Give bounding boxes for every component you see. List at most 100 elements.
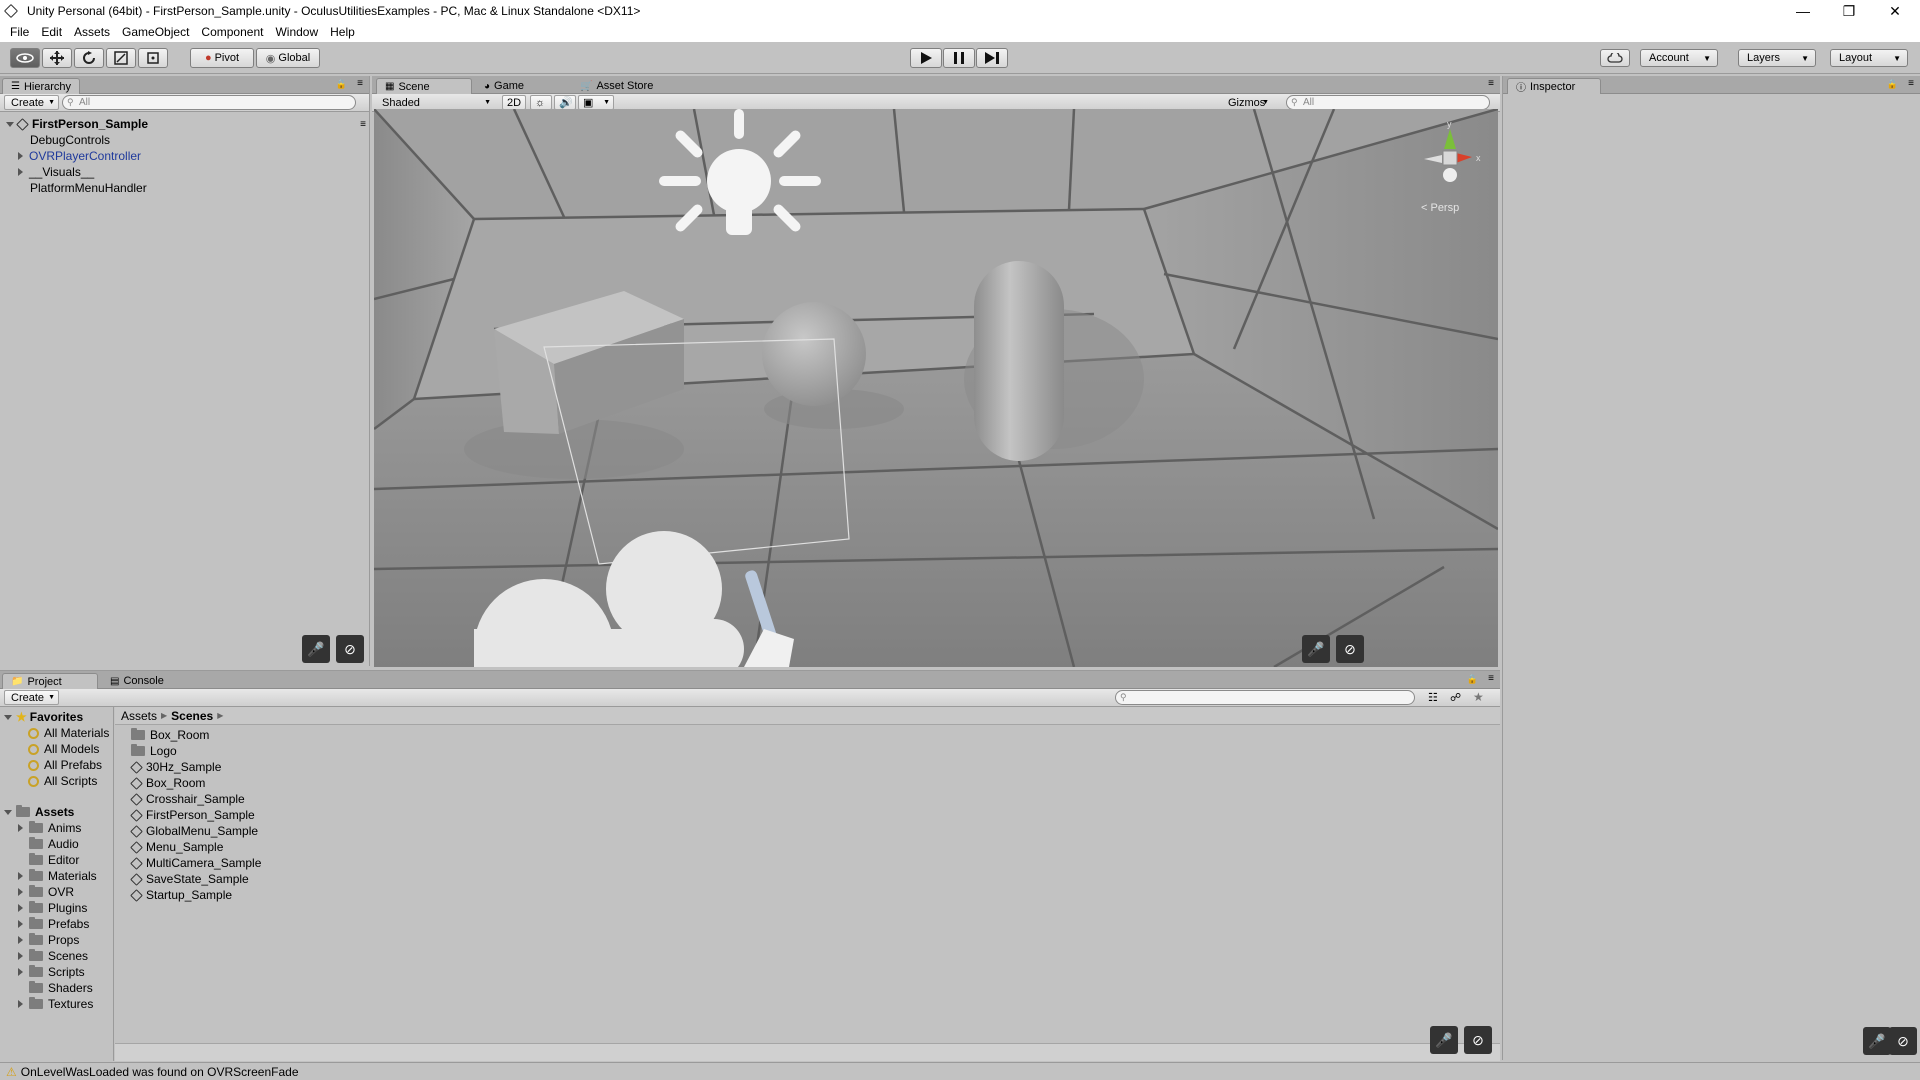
tab-inspector[interactable]: ⓘ Inspector <box>1507 78 1601 94</box>
favorite-star-icon[interactable]: ★ <box>1473 690 1484 704</box>
no-record-button[interactable]: ⊘ <box>1336 635 1364 663</box>
favorite-item[interactable]: All Materials <box>28 725 109 741</box>
file-item[interactable]: 30Hz_Sample <box>130 759 221 775</box>
audio-toggle[interactable]: 🔊 <box>554 95 576 110</box>
gizmos-dropdown[interactable]: Gizmos ▼ <box>1222 95 1272 110</box>
favorites-header[interactable]: ★ Favorites <box>4 709 83 725</box>
menu-gameobject[interactable]: GameObject <box>116 25 195 39</box>
expand-arrow-icon[interactable] <box>4 809 12 815</box>
asset-folder[interactable]: Plugins <box>18 900 87 916</box>
tab-project[interactable]: 📁 Project <box>2 673 98 689</box>
expand-arrow-icon[interactable] <box>18 888 23 896</box>
tab-console[interactable]: ▤ Console <box>102 673 172 689</box>
create-dropdown[interactable]: Create ▼ <box>4 95 60 110</box>
lock-icon[interactable]: 🔒 <box>1887 79 1898 90</box>
favorite-item[interactable]: All Scripts <box>28 773 97 789</box>
expand-arrow-icon[interactable] <box>6 121 14 127</box>
hierarchy-item[interactable]: PlatformMenuHandler <box>30 180 147 196</box>
expand-arrow-icon[interactable] <box>4 714 12 720</box>
tab-asset-store[interactable]: 🛒 Asset Store <box>572 78 661 94</box>
filter-type-icon[interactable]: ☷ <box>1428 691 1438 704</box>
filter-label-icon[interactable]: ☍ <box>1450 691 1461 704</box>
create-dropdown[interactable]: Create ▼ <box>4 690 60 705</box>
expand-arrow-icon[interactable] <box>18 904 23 912</box>
file-item[interactable]: SaveState_Sample <box>130 871 249 887</box>
asset-folder[interactable]: Prefabs <box>18 916 89 932</box>
orientation-gizmo[interactable]: y x <box>1410 119 1490 199</box>
expand-arrow-icon[interactable] <box>18 824 23 832</box>
effects-dropdown[interactable]: ▣ ▼ <box>578 95 614 110</box>
asset-folder[interactable]: OVR <box>18 884 74 900</box>
expand-arrow-icon[interactable] <box>18 168 23 176</box>
hierarchy-item[interactable]: __Visuals__ <box>18 164 94 180</box>
tab-game[interactable]: ◕ Game <box>476 78 532 94</box>
rotate-tool-button[interactable] <box>74 48 104 68</box>
voice-button[interactable]: 🎤 <box>1863 1027 1891 1055</box>
expand-arrow-icon[interactable] <box>18 920 23 928</box>
file-item[interactable]: FirstPerson_Sample <box>130 807 255 823</box>
menu-window[interactable]: Window <box>269 25 324 39</box>
file-item[interactable]: MultiCamera_Sample <box>130 855 261 871</box>
hand-tool-button[interactable] <box>10 48 40 68</box>
hierarchy-item[interactable]: DebugControls <box>30 132 110 148</box>
breadcrumb-item[interactable]: Assets <box>121 709 157 723</box>
menu-edit[interactable]: Edit <box>35 25 68 39</box>
pivot-toggle[interactable]: ● Pivot <box>190 48 254 68</box>
file-item[interactable]: Menu_Sample <box>130 839 223 855</box>
file-item[interactable]: Crosshair_Sample <box>130 791 245 807</box>
hierarchy-scene-row[interactable]: FirstPerson_Sample ≡ <box>6 116 366 132</box>
lighting-toggle[interactable]: ☼ <box>530 95 552 110</box>
favorite-item[interactable]: All Models <box>28 741 99 757</box>
scene-search-input[interactable]: ⚲ All <box>1286 95 1490 110</box>
favorite-item[interactable]: All Prefabs <box>28 757 102 773</box>
asset-folder[interactable]: Editor <box>29 852 79 868</box>
collab-cloud-button[interactable] <box>1600 49 1630 67</box>
assets-header[interactable]: Assets <box>4 804 74 820</box>
account-dropdown[interactable]: Account ▼ <box>1640 49 1718 67</box>
hierarchy-search-input[interactable]: ⚲ All <box>62 95 356 110</box>
asset-folder[interactable]: Materials <box>18 868 97 884</box>
project-search-input[interactable]: ⚲ <box>1115 690 1415 705</box>
panel-menu-icon[interactable]: ≡ <box>1488 673 1494 684</box>
no-record-button[interactable]: ⊘ <box>336 635 364 663</box>
file-item[interactable]: Logo <box>131 743 177 759</box>
asset-folder[interactable]: Audio <box>29 836 79 852</box>
file-item[interactable]: Startup_Sample <box>130 887 232 903</box>
play-button[interactable] <box>910 48 942 68</box>
maximize-button[interactable]: ❐ <box>1826 0 1872 22</box>
voice-button[interactable]: 🎤 <box>1430 1026 1458 1054</box>
scale-tool-button[interactable] <box>106 48 136 68</box>
no-record-button[interactable]: ⊘ <box>1889 1027 1917 1055</box>
close-button[interactable]: ✕ <box>1872 0 1918 22</box>
panel-menu-icon[interactable]: ≡ <box>357 78 363 89</box>
lock-icon[interactable]: 🔒 <box>1467 674 1478 685</box>
layout-dropdown[interactable]: Layout ▼ <box>1830 49 1908 67</box>
expand-arrow-icon[interactable] <box>18 936 23 944</box>
minimize-button[interactable]: — <box>1780 0 1826 22</box>
menu-file[interactable]: File <box>4 25 35 39</box>
panel-menu-icon[interactable]: ≡ <box>1488 78 1494 89</box>
menu-help[interactable]: Help <box>324 25 361 39</box>
lock-icon[interactable]: 🔒 <box>336 79 347 90</box>
file-item[interactable]: Box_Room <box>130 775 205 791</box>
move-tool-button[interactable] <box>42 48 72 68</box>
asset-folder[interactable]: Textures <box>18 996 93 1012</box>
voice-button[interactable]: 🎤 <box>1302 635 1330 663</box>
status-bar[interactable]: ⚠ OnLevelWasLoaded was found on OVRScree… <box>0 1062 1920 1080</box>
file-item[interactable]: Box_Room <box>131 727 209 743</box>
projection-label[interactable]: < Persp <box>1421 202 1459 214</box>
expand-arrow-icon[interactable] <box>18 872 23 880</box>
asset-folder[interactable]: Scenes <box>18 948 88 964</box>
asset-folder[interactable]: Anims <box>18 820 81 836</box>
asset-folder[interactable]: Scripts <box>18 964 85 980</box>
scene-viewport[interactable]: y x < Persp 🎤 ⊘ <box>374 109 1498 667</box>
expand-arrow-icon[interactable] <box>18 952 23 960</box>
expand-arrow-icon[interactable] <box>18 968 23 976</box>
breadcrumb-item[interactable]: Scenes <box>171 709 213 723</box>
menu-assets[interactable]: Assets <box>68 25 116 39</box>
hierarchy-item[interactable]: OVRPlayerController <box>18 148 141 164</box>
tab-hierarchy[interactable]: ☰ Hierarchy <box>2 78 81 94</box>
asset-folder[interactable]: Props <box>18 932 79 948</box>
voice-button[interactable]: 🎤 <box>302 635 330 663</box>
asset-folder[interactable]: Shaders <box>29 980 93 996</box>
